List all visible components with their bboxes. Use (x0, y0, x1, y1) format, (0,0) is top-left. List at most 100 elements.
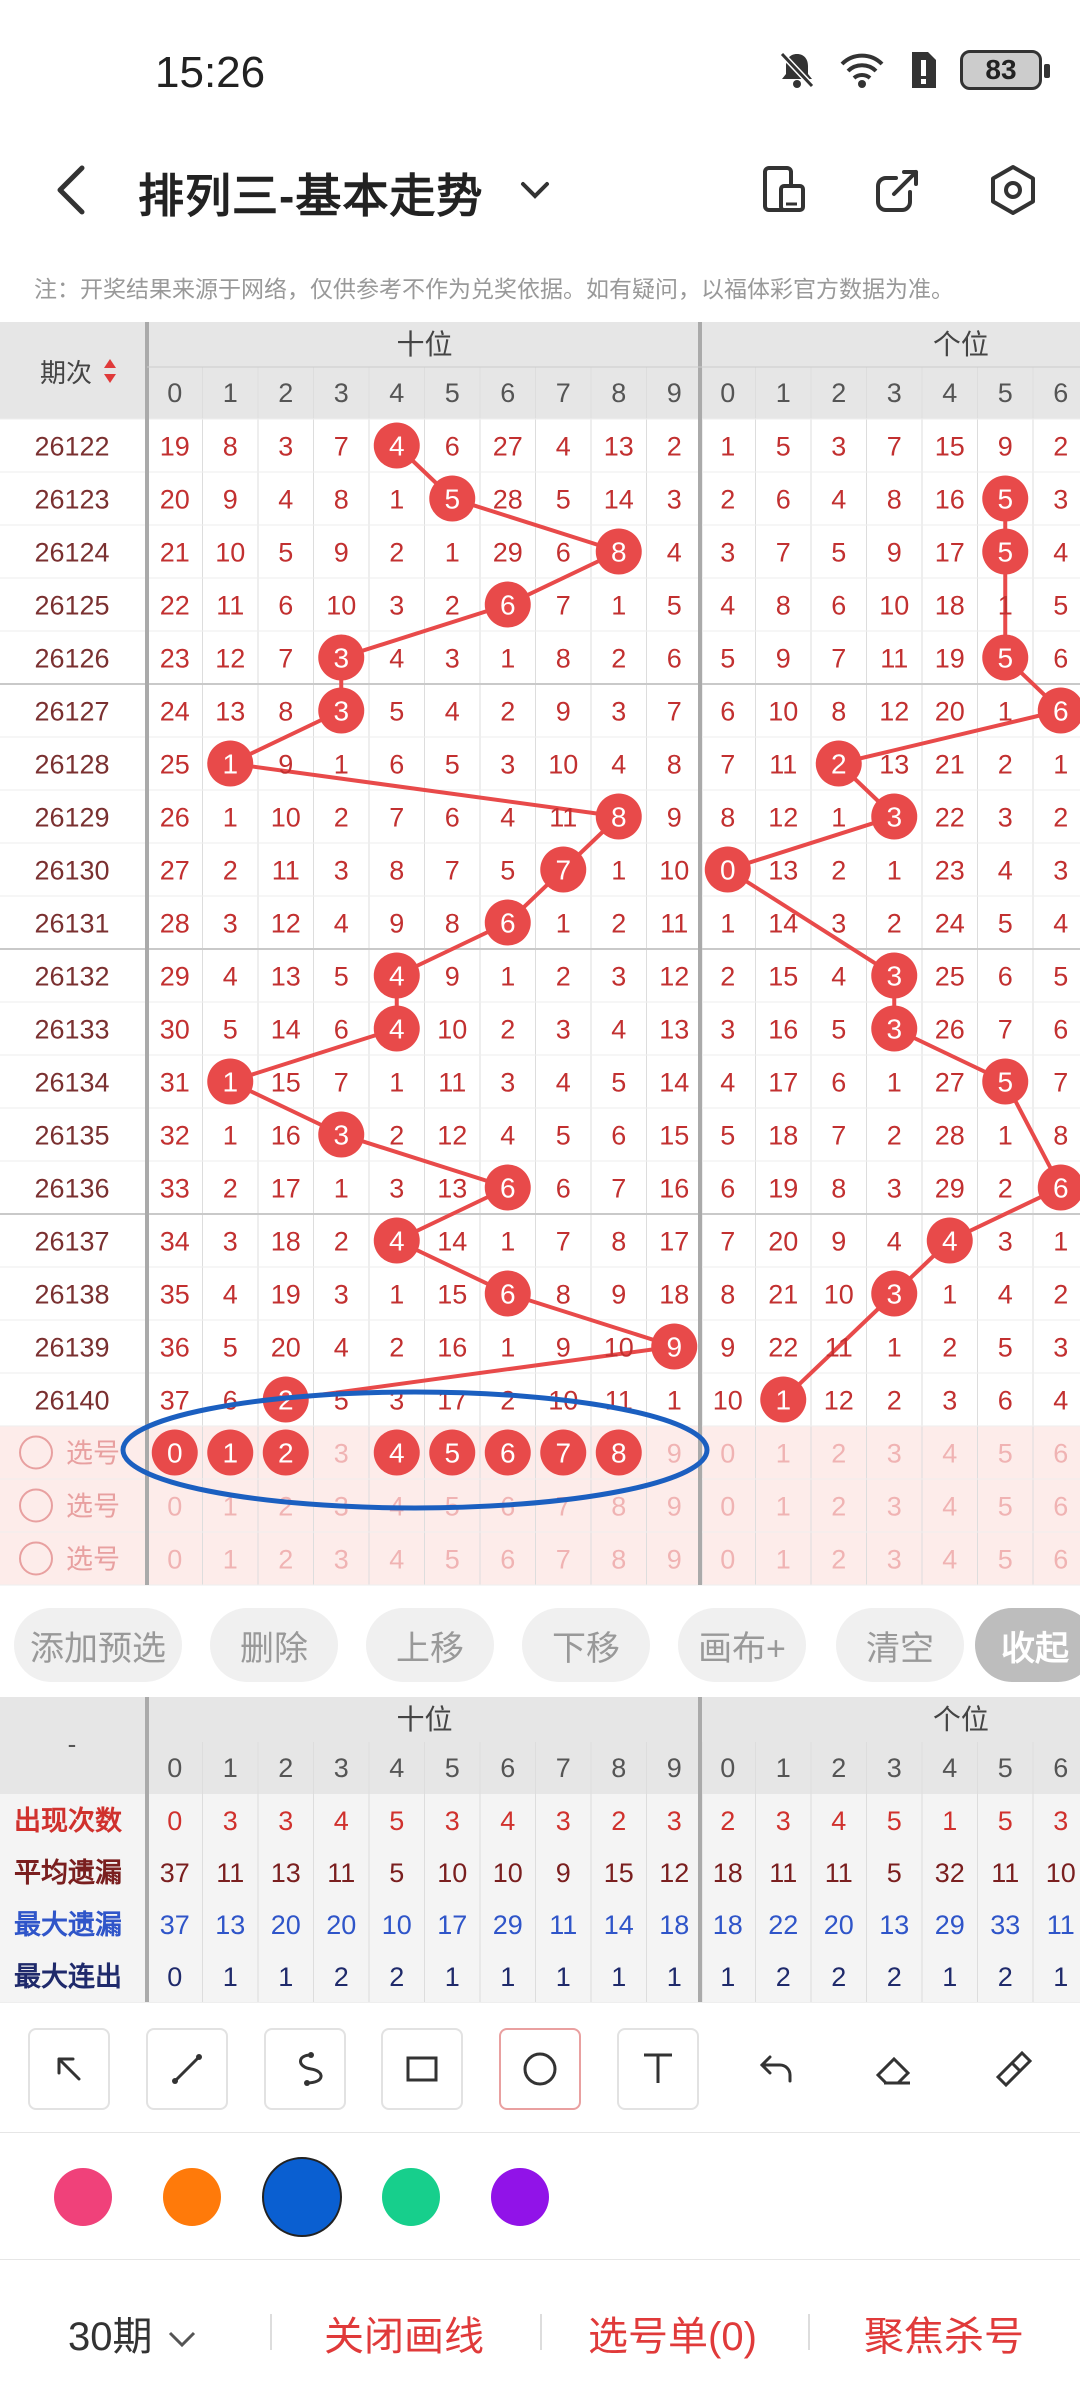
select-number[interactable]: 1 (776, 1492, 791, 1522)
hit-ball-label: 3 (886, 802, 902, 833)
select-number[interactable]: 0 (720, 1492, 735, 1522)
select-number[interactable]: 9 (667, 1439, 682, 1469)
select-number[interactable]: 3 (334, 1439, 349, 1469)
miss-count: 11 (549, 803, 577, 833)
stats-value: 1 (611, 1962, 626, 1992)
miss-count: 18 (768, 1121, 798, 1151)
select-number[interactable]: 1 (223, 1545, 238, 1575)
select-number[interactable]: 3 (887, 1492, 902, 1522)
select-number[interactable]: 0 (720, 1545, 735, 1575)
add-preselect-button[interactable]: 添加预选 (14, 1608, 182, 1682)
period-number: 26124 (34, 538, 109, 568)
select-number[interactable]: 8 (611, 1545, 626, 1575)
select-number[interactable]: 6 (1053, 1492, 1068, 1522)
move-down-button[interactable]: 下移 (522, 1608, 650, 1682)
select-number[interactable]: 5 (998, 1545, 1013, 1575)
stats-value: 1 (942, 1962, 957, 1992)
select-number[interactable]: 0 (167, 1492, 182, 1522)
select-number[interactable]: 4 (942, 1545, 957, 1575)
miss-count: 8 (720, 803, 735, 833)
selection-list-button[interactable]: 选号单(0) (588, 2304, 757, 2362)
miss-count: 6 (720, 1174, 735, 1204)
canvas-add-button[interactable]: 画布+ (678, 1608, 806, 1682)
select-number[interactable]: 2 (831, 1492, 846, 1522)
select-number[interactable]: 8 (611, 1492, 626, 1522)
select-number[interactable]: 6 (1053, 1545, 1068, 1575)
group-header-units: 个位 (933, 1704, 989, 1735)
miss-count: 9 (556, 1333, 571, 1363)
line-tool-button[interactable] (146, 2028, 228, 2110)
curve-tool-button[interactable] (264, 2028, 346, 2110)
battery-icon: 83 (960, 50, 1050, 90)
select-number[interactable]: 4 (942, 1439, 957, 1469)
select-number[interactable]: 1 (776, 1545, 791, 1575)
eraser-button[interactable] (853, 2028, 935, 2110)
stats-value: 33 (990, 1910, 1020, 1940)
period-select[interactable]: 30期 (68, 2304, 200, 2362)
select-number[interactable]: 2 (278, 1492, 293, 1522)
select-number[interactable]: 7 (556, 1492, 571, 1522)
miss-count: 36 (160, 1333, 190, 1363)
arrow-tool-button[interactable] (28, 2028, 110, 2110)
trend-chart[interactable]: 期次 十位 个位 0 1 2 3 4 5 6 7 8 9 0 1 2 3 4 5 6 26122 19 8 3 7 4 6 27 4 13… (0, 322, 1080, 1592)
select-number[interactable]: 9 (667, 1545, 682, 1575)
stats-value: 1 (223, 1962, 238, 1992)
select-number[interactable]: 2 (831, 1545, 846, 1575)
stats-value: 13 (879, 1910, 909, 1940)
color-swatch[interactable] (382, 2168, 440, 2226)
miss-count: 4 (1053, 1386, 1068, 1416)
miss-count: 10 (604, 1333, 634, 1363)
select-number[interactable]: 3 (887, 1439, 902, 1469)
select-number[interactable]: 3 (334, 1545, 349, 1575)
share-icon[interactable] (870, 162, 926, 218)
digit-header: 4 (942, 378, 957, 408)
select-number[interactable]: 7 (556, 1545, 571, 1575)
color-swatch[interactable] (163, 2168, 221, 2226)
miss-count: 37 (160, 1386, 190, 1416)
hit-ball-label: 5 (997, 1067, 1013, 1098)
select-number[interactable]: 5 (998, 1439, 1013, 1469)
color-swatch[interactable] (54, 2168, 112, 2226)
close-line-button[interactable]: 关闭画线 (324, 2304, 484, 2362)
miss-count: 6 (1053, 1015, 1068, 1045)
period-header[interactable]: 期次 (40, 358, 92, 388)
color-swatch[interactable] (491, 2168, 549, 2226)
chevron-down-icon[interactable] (515, 170, 555, 210)
color-swatch[interactable] (262, 2157, 342, 2237)
miss-count: 8 (389, 856, 404, 886)
clear-brush-button[interactable] (971, 2028, 1053, 2110)
stats-value: 5 (998, 1806, 1013, 1836)
select-number[interactable]: 6 (1053, 1439, 1068, 1469)
move-up-button[interactable]: 上移 (366, 1608, 494, 1682)
select-number[interactable]: 9 (667, 1492, 682, 1522)
select-number[interactable]: 4 (389, 1545, 404, 1575)
select-number[interactable]: 4 (942, 1492, 957, 1522)
digit-header: 3 (887, 378, 902, 408)
clear-button[interactable]: 清空 (836, 1608, 964, 1682)
focus-kill-button[interactable]: 聚焦杀号 (864, 2304, 1024, 2362)
text-tool-button[interactable] (617, 2028, 699, 2110)
select-number[interactable]: 0 (167, 1545, 182, 1575)
back-arrow-icon[interactable] (48, 162, 98, 218)
select-number[interactable]: 6 (500, 1545, 515, 1575)
miss-count: 1 (887, 1333, 902, 1363)
select-number[interactable]: 0 (720, 1439, 735, 1469)
digit-header: 0 (167, 378, 182, 408)
phone-switch-icon[interactable] (755, 162, 811, 218)
select-number[interactable]: 5 (998, 1492, 1013, 1522)
select-number[interactable]: 1 (776, 1439, 791, 1469)
stats-value: 11 (1047, 1910, 1075, 1940)
rectangle-tool-button[interactable] (381, 2028, 463, 2110)
miss-count: 21 (768, 1280, 798, 1310)
page-title[interactable]: 排列三-基本走势 (138, 160, 483, 226)
select-number[interactable]: 2 (278, 1545, 293, 1575)
collapse-button[interactable]: 收起 (975, 1608, 1080, 1682)
select-number[interactable]: 3 (887, 1545, 902, 1575)
select-number[interactable]: 5 (445, 1545, 460, 1575)
circle-tool-button[interactable] (499, 2028, 581, 2110)
delete-button[interactable]: 删除 (210, 1608, 338, 1682)
select-number[interactable]: 2 (831, 1439, 846, 1469)
undo-button[interactable] (735, 2028, 817, 2110)
miss-count: 16 (659, 1174, 689, 1204)
settings-hexagon-icon[interactable] (985, 162, 1041, 218)
